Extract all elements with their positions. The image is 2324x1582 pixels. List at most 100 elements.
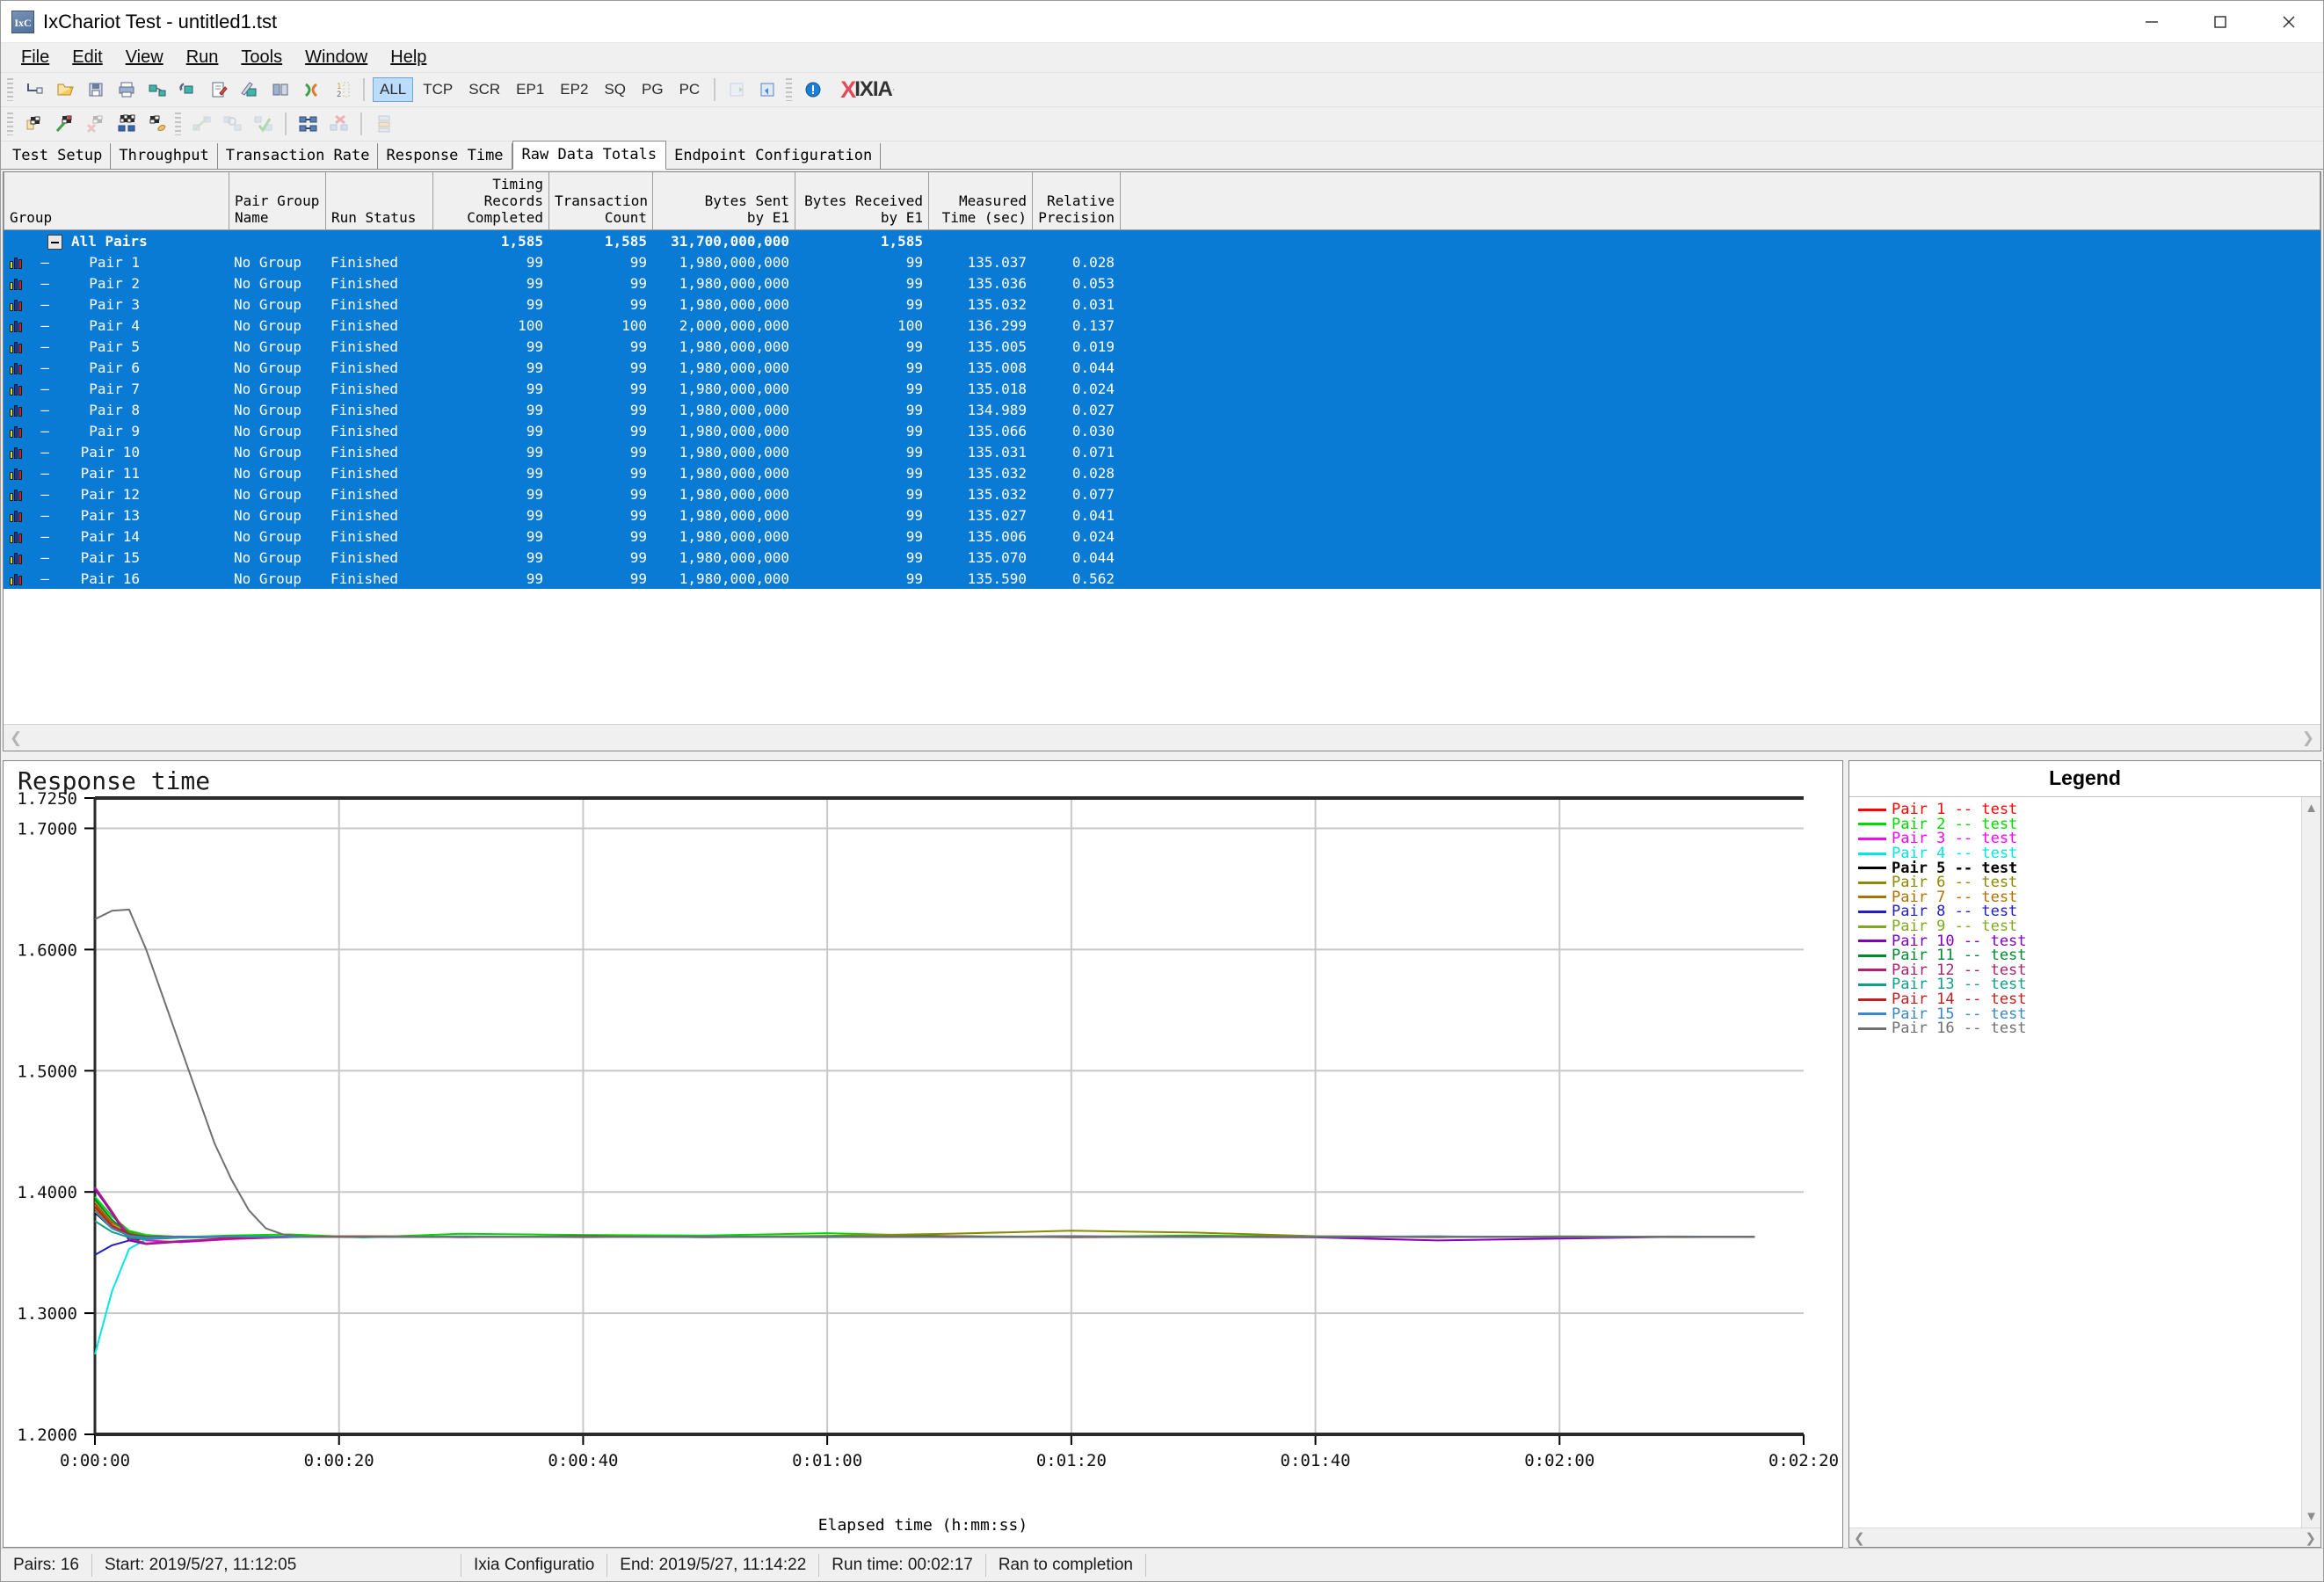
menu-run[interactable]: Run: [175, 46, 230, 69]
col-measured-time[interactable]: Measured Time (sec): [929, 172, 1033, 230]
table-row[interactable]: — Pair 11No GroupFinished99991,980,000,0…: [4, 462, 2320, 483]
save-test-icon[interactable]: [81, 76, 110, 104]
table-row[interactable]: — Pair 5No GroupFinished99991,980,000,00…: [4, 336, 2320, 357]
svg-text:0:00:00: 0:00:00: [60, 1451, 130, 1470]
toolbar-grip-2[interactable]: [786, 78, 792, 101]
table-row[interactable]: — Pair 6No GroupFinished99991,980,000,00…: [4, 357, 2320, 378]
col-pair-group-name[interactable]: Pair Group Name: [229, 172, 326, 230]
import-icon[interactable]: [723, 76, 752, 104]
tab-throughput[interactable]: Throughput: [111, 143, 217, 169]
toolbar-grip[interactable]: [7, 78, 13, 101]
add-pair-icon[interactable]: [142, 76, 171, 104]
filter-ep1[interactable]: EP1: [510, 78, 550, 101]
menu-tools[interactable]: Tools: [229, 46, 294, 69]
table-row[interactable]: — Pair 9No GroupFinished99991,980,000,00…: [4, 420, 2320, 441]
verify-icon[interactable]: [249, 111, 278, 138]
tab-response-time[interactable]: Response Time: [378, 143, 512, 169]
clear-pairs-icon[interactable]: [324, 111, 353, 138]
stop-test-icon[interactable]: [81, 111, 110, 138]
table-row[interactable]: — Pair 2No GroupFinished99991,980,000,00…: [4, 272, 2320, 294]
cell-filler: [1120, 378, 2320, 399]
renumber-pairs-icon[interactable]: 12: [327, 76, 356, 104]
open-test-icon[interactable]: [50, 76, 79, 104]
menu-window[interactable]: Window: [294, 46, 379, 69]
col-group[interactable]: Group: [4, 172, 229, 230]
copy-pair-icon[interactable]: [235, 76, 264, 104]
print-test-icon[interactable]: [112, 76, 141, 104]
filter-all[interactable]: ALL: [373, 77, 413, 102]
legend-scroll-left-icon[interactable]: ❮: [1854, 1530, 1865, 1546]
minimize-button[interactable]: [2117, 1, 2186, 42]
legend-vertical-scrollbar[interactable]: ▲ ▼: [2301, 797, 2320, 1528]
new-test-icon[interactable]: [19, 76, 48, 104]
table-row[interactable]: — Pair 3No GroupFinished99991,980,000,00…: [4, 294, 2320, 315]
export-icon[interactable]: [753, 76, 782, 104]
filter-pg[interactable]: PG: [635, 78, 670, 101]
col-timing-records-completed[interactable]: Timing Records Completed: [433, 172, 549, 230]
cell-measured-time: 135.032: [928, 294, 1032, 315]
scroll-right-icon[interactable]: ❯: [2302, 729, 2314, 747]
filter-sq[interactable]: SQ: [598, 78, 632, 101]
legend-scroll-up-icon[interactable]: ▲: [2305, 801, 2318, 816]
table-horizontal-scrollbar[interactable]: ❮ ❯: [4, 724, 2320, 751]
cell-measured-time: 135.032: [928, 483, 1032, 504]
table-row[interactable]: — Pair 1No GroupFinished99991,980,000,00…: [4, 251, 2320, 272]
close-button[interactable]: [2255, 1, 2323, 42]
maximize-button[interactable]: [2186, 1, 2255, 42]
col-bytes-received-by-e1[interactable]: Bytes Received by E1: [795, 172, 929, 230]
menu-help[interactable]: Help: [379, 46, 438, 69]
legend-item[interactable]: Pair 16 -- test: [1858, 1021, 2301, 1036]
validate-icon[interactable]: [187, 111, 216, 138]
col-relative-precision[interactable]: Relative Precision: [1033, 172, 1121, 230]
duplicate-pair-icon[interactable]: [265, 76, 294, 104]
tab-raw-data-totals[interactable]: Raw Data Totals: [512, 141, 667, 170]
edit-pair-icon[interactable]: [204, 76, 233, 104]
tab-transaction-rate[interactable]: Transaction Rate: [218, 143, 379, 169]
table-row[interactable]: — Pair 7No GroupFinished99991,980,000,00…: [4, 378, 2320, 399]
col-transaction-count[interactable]: Transaction Count: [549, 172, 653, 230]
table-row-all-pairs[interactable]: All Pairs1,5851,58531,700,000,0001,585: [4, 230, 2320, 251]
expander-icon[interactable]: [47, 235, 62, 250]
legend-scroll-down-icon[interactable]: ▼: [2305, 1509, 2318, 1524]
tab-endpoint-configuration[interactable]: Endpoint Configuration: [666, 143, 881, 169]
run-checkpoint-icon[interactable]: [142, 111, 171, 138]
table-row[interactable]: — Pair 8No GroupFinished99991,980,000,00…: [4, 399, 2320, 420]
filter-tcp[interactable]: TCP: [417, 78, 459, 101]
filter-ep2[interactable]: EP2: [554, 78, 594, 101]
panel-splitter[interactable]: [1, 751, 2323, 760]
menu-file[interactable]: File: [10, 46, 61, 69]
lookup-icon[interactable]: [218, 111, 247, 138]
filter-scr[interactable]: SCR: [462, 78, 506, 101]
table-row[interactable]: — Pair 4No GroupFinished1001002,000,000,…: [4, 315, 2320, 336]
tab-strip: Test Setup Throughput Transaction Rate R…: [1, 142, 2323, 170]
run-with-options-icon[interactable]: [50, 111, 79, 138]
toolbar2-grip-2[interactable]: [175, 112, 181, 135]
table-row[interactable]: — Pair 15No GroupFinished99991,980,000,0…: [4, 547, 2320, 568]
run-batch-icon[interactable]: [112, 111, 141, 138]
run-test-icon[interactable]: [19, 111, 48, 138]
table-row[interactable]: — Pair 12No GroupFinished99991,980,000,0…: [4, 483, 2320, 504]
legend-horizontal-scrollbar[interactable]: ❮ ❯: [1849, 1528, 2320, 1547]
align-pairs-icon[interactable]: [294, 111, 323, 138]
toolbar2-grip[interactable]: [7, 112, 13, 135]
col-run-status[interactable]: Run Status: [326, 172, 433, 230]
endpoint-config-icon[interactable]: [369, 111, 398, 138]
tab-test-setup[interactable]: Test Setup: [4, 143, 111, 169]
info-icon[interactable]: [798, 76, 827, 104]
col-bytes-sent-by-e1[interactable]: Bytes Sent by E1: [653, 172, 795, 230]
menu-view[interactable]: View: [114, 46, 175, 69]
cell-timing-records-completed: 99: [432, 378, 548, 399]
table-row[interactable]: — Pair 10No GroupFinished99991,980,000,0…: [4, 441, 2320, 462]
swap-endpoints-icon[interactable]: [296, 76, 325, 104]
filter-pc[interactable]: PC: [673, 78, 707, 101]
cell-relative-precision: 0.137: [1032, 315, 1120, 336]
table-row[interactable]: — Pair 16No GroupFinished99991,980,000,0…: [4, 568, 2320, 589]
table-row[interactable]: — Pair 13No GroupFinished99991,980,000,0…: [4, 504, 2320, 526]
cell-measured-time: 135.070: [928, 547, 1032, 568]
add-multicast-pair-icon[interactable]: [173, 76, 202, 104]
cell-relative-precision: 0.024: [1032, 378, 1120, 399]
legend-scroll-right-icon[interactable]: ❯: [2305, 1530, 2316, 1546]
table-row[interactable]: — Pair 14No GroupFinished99991,980,000,0…: [4, 526, 2320, 547]
scroll-left-icon[interactable]: ❮: [10, 729, 22, 747]
menu-edit[interactable]: Edit: [61, 46, 113, 69]
